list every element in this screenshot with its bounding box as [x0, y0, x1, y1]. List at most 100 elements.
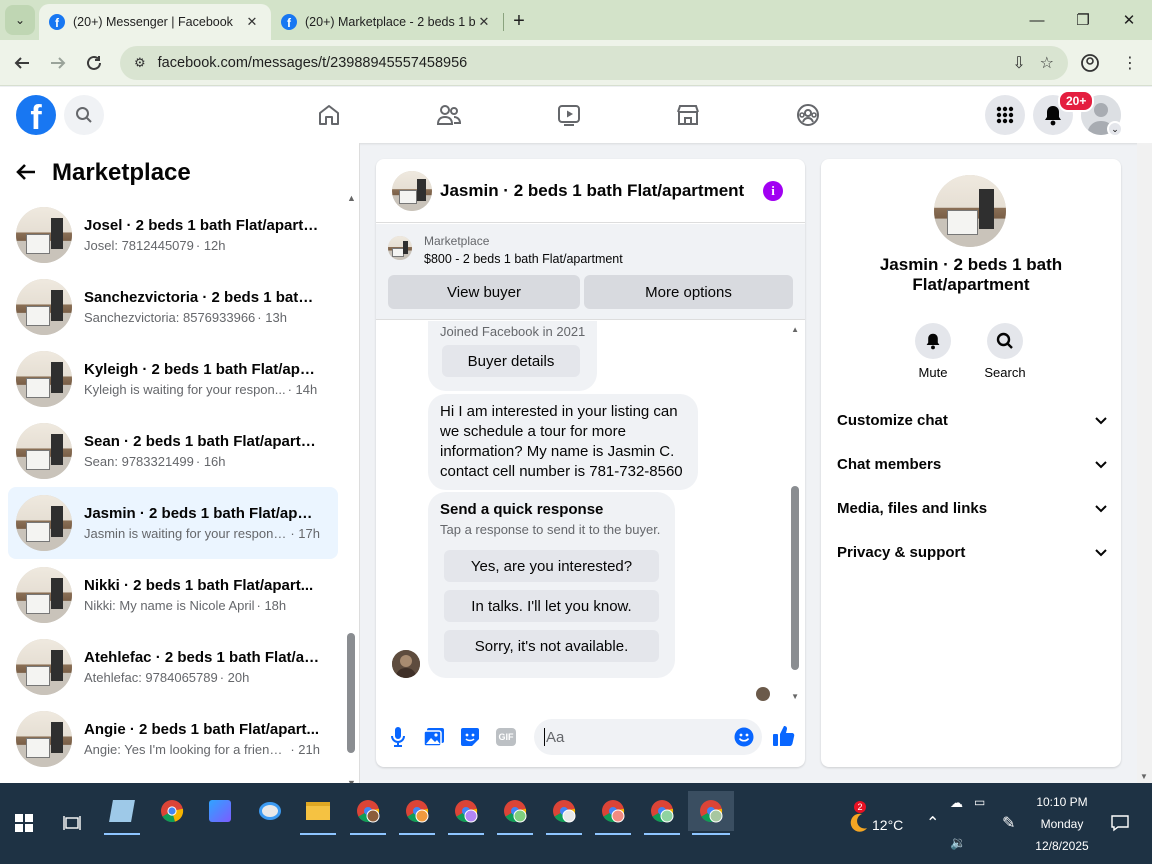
address-bar[interactable]: ⚙ facebook.com/messages/t/23988945557458…: [120, 46, 1068, 80]
profile-icon[interactable]: [1074, 46, 1106, 80]
privacy-support-row[interactable]: Privacy & support: [837, 534, 1107, 570]
conversation-text: Nikki · 2 beds 1 bath Flat/apart... Nikki…: [84, 577, 320, 613]
page-scroll-down-icon[interactable]: ▼: [1140, 772, 1148, 781]
taskbar-chrome-profile-5[interactable]: [544, 791, 584, 835]
nav-friends[interactable]: [399, 87, 499, 143]
taskbar-app-notes[interactable]: [102, 791, 142, 835]
conversation-item[interactable]: Josel · 2 beds 1 bath Flat/apartm... Jose…: [8, 199, 338, 271]
minimize-button[interactable]: —: [1014, 12, 1060, 29]
taskbar-chrome-profile-1[interactable]: [348, 791, 388, 835]
conversation-item[interactable]: Sanchezvictoria · 2 beds 1 bath F... Sanc…: [8, 271, 338, 343]
nav-groups[interactable]: [758, 87, 858, 143]
tab-marketplace[interactable]: f (20+) Marketplace - 2 beds 1 ba ✕: [271, 4, 503, 40]
reload-button[interactable]: [76, 45, 112, 81]
network-icon[interactable]: ▭: [974, 795, 985, 809]
onedrive-icon[interactable]: ☁: [950, 795, 963, 811]
tab-close-icon[interactable]: ✕: [243, 14, 261, 30]
listing-price-title[interactable]: $800 - 2 beds 1 bath Flat/apartment: [424, 252, 623, 266]
tab-search-button[interactable]: ⌄: [5, 5, 35, 35]
listing-thumbnail[interactable]: [392, 170, 432, 211]
customize-chat-row[interactable]: Customize chat: [837, 402, 1107, 438]
page-scrollbar[interactable]: ▼: [1137, 143, 1152, 783]
conversation-item[interactable]: Nikki · 2 beds 1 bath Flat/apart... Nikki…: [8, 559, 338, 631]
conversation-text: Jasmin · 2 beds 1 bath Flat/apart... Jasm…: [84, 505, 320, 541]
clock-day[interactable]: Monday: [1030, 817, 1094, 831]
taskbar-chrome-profile-4[interactable]: [495, 791, 535, 835]
nav-marketplace[interactable]: [638, 87, 738, 143]
conversation-time: · 17h: [290, 526, 320, 541]
back-button[interactable]: [4, 45, 40, 81]
maximize-button[interactable]: ❐: [1060, 11, 1106, 29]
tray-chevron-up-icon[interactable]: ⌃: [926, 813, 939, 833]
emoji-icon[interactable]: [734, 727, 754, 751]
volume-icon[interactable]: 🔉: [950, 835, 966, 851]
facebook-logo-icon[interactable]: f: [16, 95, 56, 135]
install-app-icon[interactable]: ⇩: [1012, 53, 1025, 73]
facebook-search-button[interactable]: [64, 95, 104, 135]
chat-scroll-thumb[interactable]: [791, 486, 799, 670]
like-thumb-icon[interactable]: [771, 723, 797, 749]
browser-menu-icon[interactable]: ⋮: [1114, 46, 1146, 80]
microphone-icon[interactable]: [386, 725, 410, 749]
task-view-button[interactable]: [52, 803, 92, 843]
quick-reply-in-talks[interactable]: In talks. I'll let you know.: [444, 590, 659, 622]
pen-icon[interactable]: ✎: [1002, 813, 1015, 833]
start-button[interactable]: [4, 803, 44, 843]
chat-scroll-up-icon[interactable]: ▲: [791, 325, 799, 334]
nav-home[interactable]: [279, 87, 379, 143]
account-chevron-icon[interactable]: ⌄: [1107, 121, 1123, 137]
close-window-button[interactable]: ✕: [1106, 11, 1152, 29]
taskbar-app-chrome[interactable]: [152, 791, 192, 831]
chat-members-row[interactable]: Chat members: [837, 446, 1107, 482]
info-icon[interactable]: i: [763, 181, 783, 201]
buyer-avatar[interactable]: [392, 650, 420, 678]
taskbar-chrome-profile-6[interactable]: [593, 791, 633, 835]
clock-time[interactable]: 10:10 PM: [1030, 795, 1094, 809]
quick-reply-interested[interactable]: Yes, are you interested?: [444, 550, 659, 582]
taskbar-chrome-profile-2[interactable]: [397, 791, 437, 835]
conversation-item[interactable]: Atehlefac · 2 beds 1 bath Flat/ap... Ateh…: [8, 631, 338, 703]
back-arrow-icon[interactable]: [16, 157, 36, 188]
photo-icon[interactable]: [422, 725, 446, 749]
conversation-item[interactable]: Angie · 2 beds 1 bath Flat/apart... Angie…: [8, 703, 338, 775]
mute-action[interactable]: Mute: [903, 323, 963, 380]
search-action[interactable]: Search: [975, 323, 1035, 380]
windows-taskbar: 2 12°C ⌃ ☁ ▭ 🔉 ✎ 10:10 PM Monday 12/8/20…: [0, 783, 1152, 864]
conversation-text: Angie · 2 beds 1 bath Flat/apart... Angie…: [84, 721, 320, 757]
more-options-button[interactable]: More options: [584, 275, 793, 309]
new-tab-button[interactable]: +: [504, 6, 534, 36]
chat-scroll-down-icon[interactable]: ▼: [791, 692, 799, 701]
weather-temperature[interactable]: 12°C: [872, 817, 903, 833]
taskbar-app-paint[interactable]: [250, 791, 290, 831]
bookmark-star-icon[interactable]: ☆: [1040, 53, 1054, 73]
tab-messenger[interactable]: f (20+) Messenger | Facebook ✕: [39, 4, 271, 40]
chat-title[interactable]: Jasmin · 2 beds 1 bath Flat/apartment: [440, 181, 744, 201]
chrome-profile-icon: [357, 800, 380, 823]
message-input[interactable]: Aa: [534, 719, 762, 755]
forward-button[interactable]: [40, 45, 76, 81]
scroll-up-icon[interactable]: ▲: [347, 193, 356, 203]
sidebar-scroll-thumb[interactable]: [347, 633, 355, 753]
conversation-item[interactable]: Kyleigh · 2 beds 1 bath Flat/apar... Kyle…: [8, 343, 338, 415]
listing-avatar-large[interactable]: [934, 175, 1006, 247]
taskbar-chrome-profile-7[interactable]: [642, 791, 682, 835]
view-buyer-button[interactable]: View buyer: [388, 275, 580, 309]
tab-close-icon[interactable]: ✕: [475, 14, 493, 30]
menu-grid-button[interactable]: [985, 95, 1025, 135]
chevron-down-icon: [1095, 456, 1107, 472]
buyer-details-button[interactable]: Buyer details: [442, 345, 580, 377]
media-files-links-row[interactable]: Media, files and links: [837, 490, 1107, 526]
taskbar-chrome-profile-active[interactable]: [688, 791, 734, 835]
conversation-item[interactable]: Sean · 2 beds 1 bath Flat/apartm... Sean:…: [8, 415, 338, 487]
nav-video[interactable]: [519, 87, 619, 143]
site-info-icon[interactable]: ⚙: [134, 55, 146, 71]
quick-reply-not-available[interactable]: Sorry, it's not available.: [444, 630, 659, 662]
taskbar-chrome-profile-3[interactable]: [446, 791, 486, 835]
taskbar-app-photos[interactable]: [200, 791, 240, 831]
gif-icon[interactable]: GIF: [494, 725, 518, 749]
conversation-item[interactable]: Jasmin · 2 beds 1 bath Flat/apart... Jasm…: [8, 487, 338, 559]
taskbar-app-file-explorer[interactable]: [298, 791, 338, 835]
sticker-icon[interactable]: [458, 725, 482, 749]
clock-date[interactable]: 12/8/2025: [1030, 839, 1094, 853]
notification-center-button[interactable]: [1100, 803, 1140, 843]
